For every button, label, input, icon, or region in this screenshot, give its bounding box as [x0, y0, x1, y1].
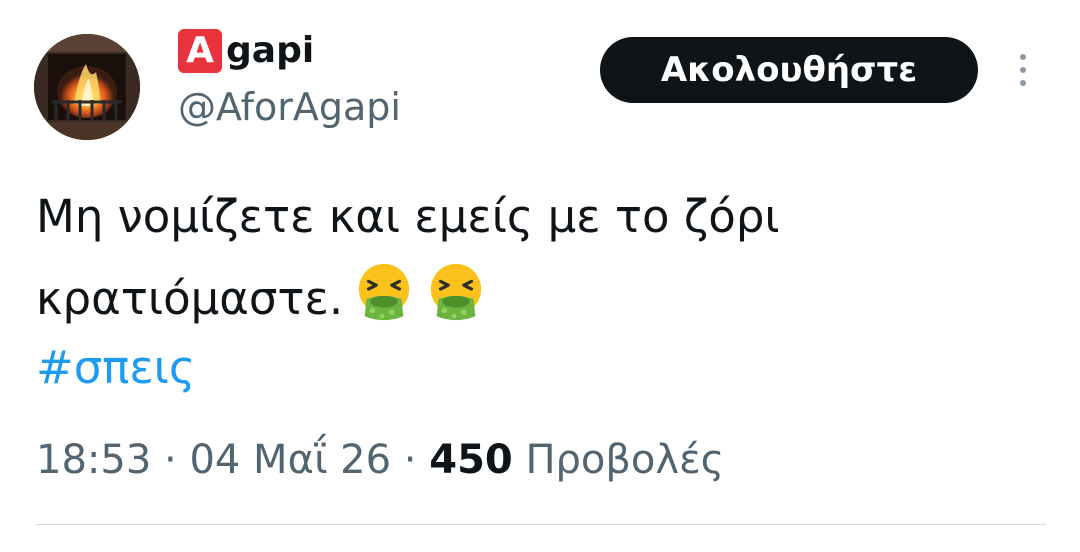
tweet-text: Μη νομίζετε και εμείς με το ζόρι κρατιόμ…: [36, 176, 1046, 340]
hashtag-link[interactable]: #σπεις: [36, 338, 195, 398]
more-options-button[interactable]: [1006, 48, 1040, 92]
face-vomiting-emoji-icon: [358, 263, 410, 321]
display-name-row[interactable]: A gapi: [178, 26, 314, 76]
tweet-text-line: κρατιόμαστε.: [36, 258, 1046, 340]
views-count: 450: [429, 437, 513, 483]
meta-separator: ·: [151, 437, 190, 483]
meta-separator: ·: [391, 437, 430, 483]
a-button-icon: A: [178, 29, 222, 73]
tweet-time[interactable]: 18:53: [36, 437, 151, 483]
tweet-text-line: Μη νομίζετε και εμείς με το ζόρι: [36, 190, 780, 243]
tweet-meta: 18:53 · 04 Μαΐ 26 · 450 Προβολές: [36, 432, 724, 488]
display-name[interactable]: gapi: [226, 33, 314, 69]
views-label: Προβολές: [512, 437, 725, 483]
follow-button[interactable]: Ακολουθήστε: [600, 37, 978, 103]
tweet-date[interactable]: 04 Μαΐ 26: [189, 437, 391, 483]
avatar[interactable]: [34, 34, 140, 140]
face-vomiting-emoji-icon: [430, 263, 482, 321]
vertical-ellipsis-icon: [1020, 54, 1026, 86]
fireplace-avatar-icon: [34, 34, 140, 140]
user-handle[interactable]: @AforAgapi: [178, 88, 401, 126]
divider: [36, 524, 1046, 525]
